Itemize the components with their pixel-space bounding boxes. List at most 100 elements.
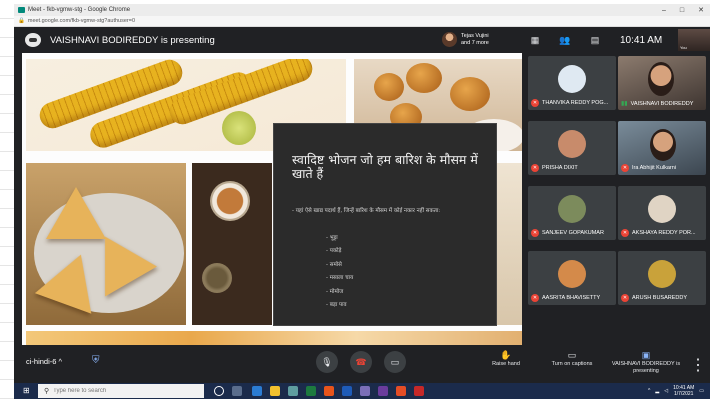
chevron-up-icon[interactable]: ^ xyxy=(59,357,63,366)
edge-icon[interactable] xyxy=(252,386,262,396)
more-options-icon[interactable]: ⋮ xyxy=(690,355,706,375)
cortana-icon[interactable] xyxy=(214,386,224,396)
tray-date: 1/7/2021 xyxy=(673,391,694,397)
participant-tile[interactable]: ✕ AKSHAYA REDDY POR... xyxy=(618,186,706,240)
pinned-others: and 7 more xyxy=(461,39,489,46)
camera-icon: ▭ xyxy=(390,357,400,367)
store-icon[interactable] xyxy=(288,386,298,396)
self-view[interactable]: You xyxy=(678,29,710,51)
camera-button[interactable]: ▭ xyxy=(384,351,406,373)
phone-hangup-icon: ☎ xyxy=(355,357,367,367)
participant-video xyxy=(650,129,676,161)
captions-icon: ▭ xyxy=(567,350,577,360)
avatar xyxy=(558,195,586,223)
windows-start-icon[interactable]: ⊞ xyxy=(23,386,33,396)
captions-label: Turn on captions xyxy=(551,361,593,367)
mic-off-icon: ✕ xyxy=(531,164,539,172)
captions-button[interactable]: ▭ Turn on captions xyxy=(544,349,600,368)
maximize-icon[interactable]: □ xyxy=(680,7,684,14)
pinned-avatar xyxy=(442,32,457,47)
excel-icon[interactable] xyxy=(306,386,316,396)
window-title: Meet - fkb-vgmw-stg - Google Chrome xyxy=(28,7,131,13)
onenote-icon[interactable] xyxy=(378,386,388,396)
self-label: You xyxy=(680,45,687,50)
file-explorer-icon[interactable] xyxy=(270,386,280,396)
grid-layout-icon[interactable]: ▦ xyxy=(529,35,541,45)
lock-icon: 🔒 xyxy=(18,18,25,24)
list-item: - पकोड़े xyxy=(326,248,342,255)
present-screen-icon: ▣ xyxy=(641,350,651,360)
task-view-icon[interactable] xyxy=(232,386,242,396)
close-icon[interactable]: ✕ xyxy=(698,6,704,14)
meeting-code: ci-hindi-6 xyxy=(26,357,57,366)
url-text: meet.google.com/fkb-vgmw-stg?authuser=0 xyxy=(27,18,136,24)
presentation-slide: स्वादिष्ट भोजन जो हम बारिश के मौसम में ख… xyxy=(273,123,497,326)
taskbar-search[interactable]: ⚲ xyxy=(38,384,204,398)
chrome-icon[interactable] xyxy=(396,386,406,396)
pinned-name: Tejas Vujini xyxy=(461,32,489,39)
list-item: - भुट्टा xyxy=(326,235,338,241)
list-item: - समोसे xyxy=(326,261,342,268)
microphone-icon: 🎙 xyxy=(321,357,333,367)
list-item: - बड़ा पाव xyxy=(326,302,347,309)
meet-window: Meet - fkb-vgmw-stg - Google Chrome – □ … xyxy=(14,4,710,399)
mic-off-icon: ✕ xyxy=(621,229,629,237)
word-icon[interactable] xyxy=(342,386,352,396)
raise-hand-button[interactable]: ✋ Raise hand xyxy=(484,349,528,368)
food-strip-photo xyxy=(26,331,522,345)
chat-icon[interactable]: ▤ xyxy=(589,35,601,45)
participant-name: AKSHAYA REDDY POR... xyxy=(632,230,696,236)
powerpoint-icon[interactable] xyxy=(324,386,334,396)
chevron-up-icon[interactable]: ^ xyxy=(648,388,650,394)
list-item: - मोमोज xyxy=(326,288,344,295)
participant-tile[interactable]: ✕ ARUSH BUSAREDDY xyxy=(618,251,706,305)
participant-tile[interactable]: ✕ AASRITA BHAVISETTY xyxy=(528,251,616,305)
people-icon[interactable]: 👥 xyxy=(559,35,571,45)
chrome-title-bar: Meet - fkb-vgmw-stg - Google Chrome – □ … xyxy=(14,4,710,16)
avatar xyxy=(648,260,676,288)
list-item: - मसाला चाय xyxy=(326,275,354,282)
speaking-icon: ▮▮ xyxy=(621,101,628,107)
presenting-button[interactable]: ▣ VAISHNAVI BODIREDDY is presenting xyxy=(610,349,682,375)
raise-hand-label: Raise hand xyxy=(492,361,520,367)
participant-tile[interactable]: ✕ PRISHA DIXIT xyxy=(528,121,616,175)
search-icon: ⚲ xyxy=(44,388,50,395)
avatar xyxy=(558,65,586,93)
taskbar-search-input[interactable] xyxy=(53,388,194,394)
leave-call-button[interactable]: ☎ xyxy=(350,351,372,373)
volume-icon[interactable]: ◁ xyxy=(664,388,668,394)
mic-off-icon: ✕ xyxy=(621,294,629,302)
shared-screen: स्वादिष्ट भोजन जो हम बारिश के मौसम में ख… xyxy=(22,53,522,345)
avatar xyxy=(648,195,676,223)
presenter-avatar xyxy=(25,33,41,47)
minimize-icon[interactable]: – xyxy=(662,7,666,14)
slide-intro: - यहां ऐसे खाद्य पदार्थ हैं, जिन्हें बार… xyxy=(292,208,441,214)
mic-off-icon: ✕ xyxy=(621,164,629,172)
pinned-participant-chip[interactable]: Tejas Vujini and 7 more xyxy=(442,32,489,47)
presenting-label: VAISHNAVI BODIREDDY is presenting xyxy=(611,361,681,374)
participant-tile[interactable]: ✕ THANVIKA REDDY POG... xyxy=(528,56,616,110)
teams-icon[interactable] xyxy=(360,386,370,396)
meet-top-bar: VAISHNAVI BODIREDDY is presenting Tejas … xyxy=(14,27,710,53)
participant-name: ARUSH BUSAREDDY xyxy=(632,295,688,301)
acrobat-icon[interactable] xyxy=(414,386,424,396)
network-icon[interactable]: ▂ xyxy=(655,388,659,394)
participant-name: THANVIKA REDDY POG... xyxy=(542,100,609,106)
address-bar[interactable]: 🔒 meet.google.com/fkb-vgmw-stg?authuser=… xyxy=(14,16,710,27)
participant-video xyxy=(648,62,674,96)
meet-control-bar: ci-hindi-6 ^ ⛨ 🎙 ☎ ▭ ✋ Raise hand ▭ Turn… xyxy=(14,345,710,383)
meeting-clock: 10:41 AM xyxy=(620,35,663,46)
notifications-icon[interactable]: ▭ xyxy=(699,388,704,394)
meet-favicon-icon xyxy=(18,7,25,13)
participant-tile[interactable]: ✕ SANJEEV GOPAKUMAR xyxy=(528,186,616,240)
participant-name: SANJEEV GOPAKUMAR xyxy=(542,230,604,236)
spreadsheet-background xyxy=(0,0,14,399)
microphone-button[interactable]: 🎙 xyxy=(316,351,338,373)
slide-title: स्वादिष्ट भोजन जो हम बारिश के मौसम में ख… xyxy=(292,152,478,181)
participant-name: AASRITA BHAVISETTY xyxy=(542,295,601,301)
avatar xyxy=(558,260,586,288)
shield-icon[interactable]: ⛨ xyxy=(92,355,102,367)
participant-tile[interactable]: ✕ Ira Abhijit Kulkarni xyxy=(618,121,706,175)
participant-name: VAISHNAVI BODIREDDY xyxy=(630,100,694,107)
participant-tile[interactable]: ▮▮ VAISHNAVI BODIREDDY xyxy=(618,56,706,110)
